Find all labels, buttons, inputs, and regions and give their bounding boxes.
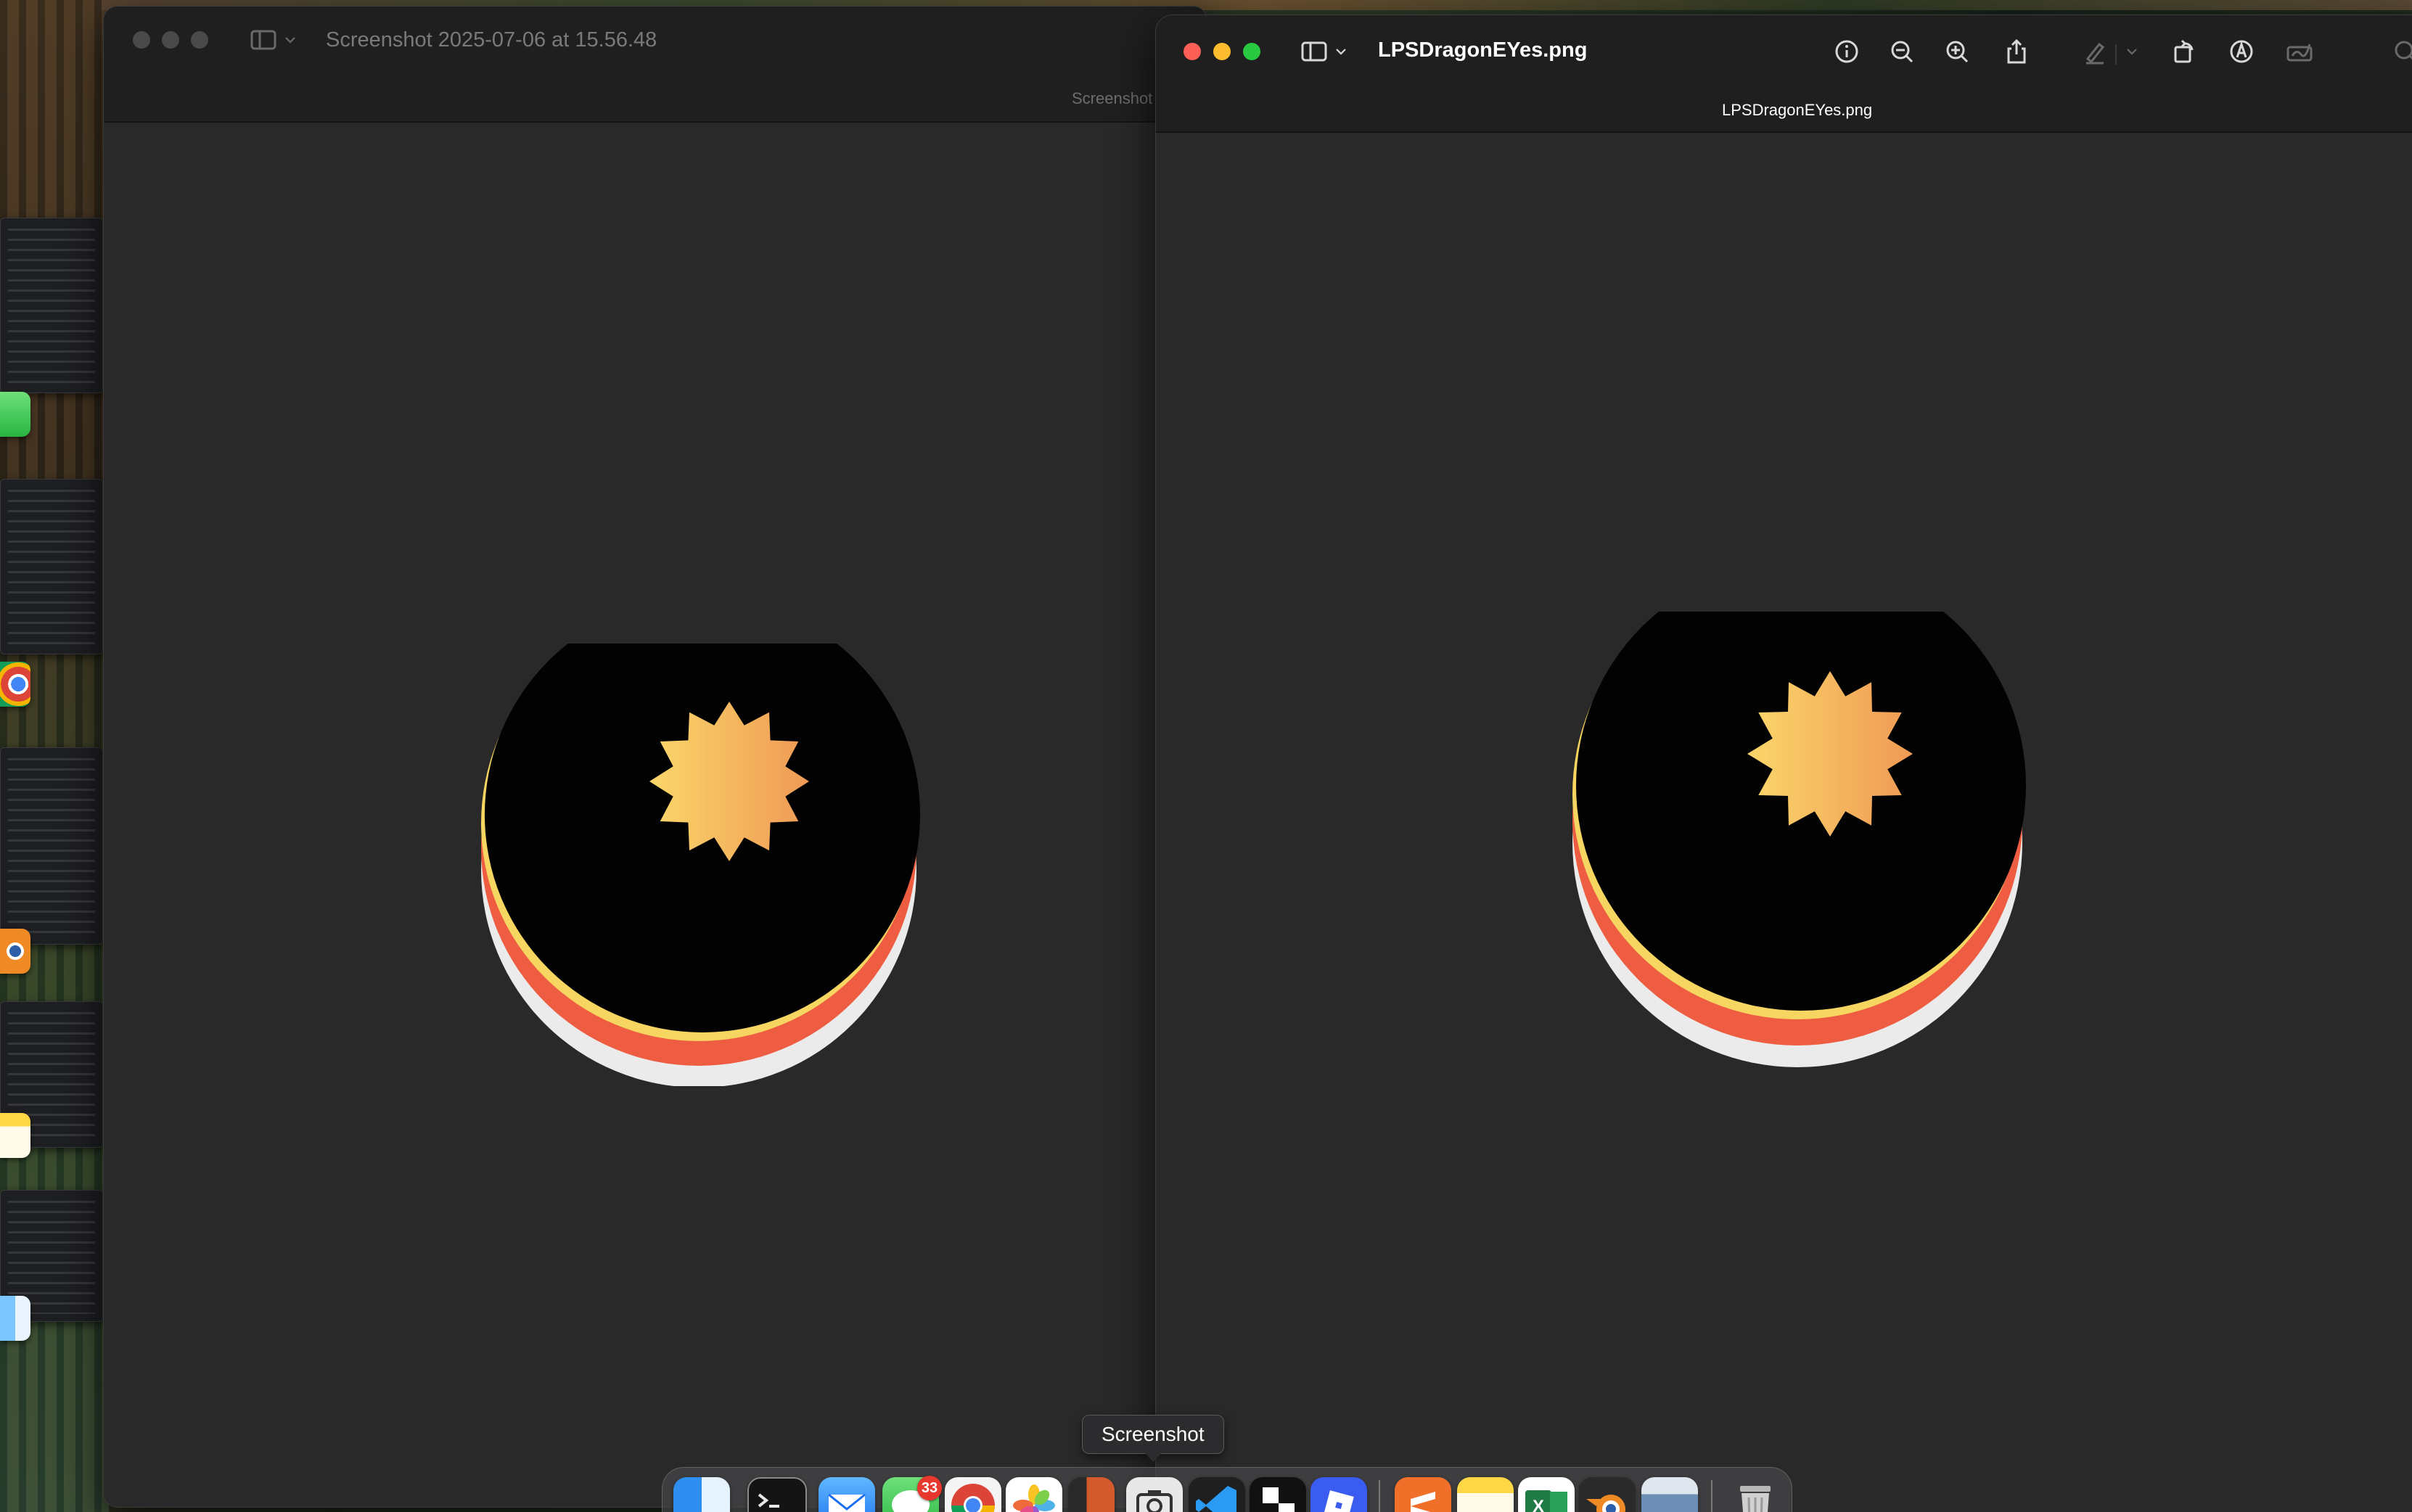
rotate-icon[interactable] — [2167, 36, 2199, 67]
markup-icon[interactable] — [2226, 36, 2257, 67]
dock-terminal-icon[interactable] — [747, 1477, 807, 1512]
dock-roblox-icon[interactable] — [1310, 1477, 1367, 1512]
dragon-eye-image — [1572, 612, 2026, 1067]
dock-tooltip: Screenshot — [1082, 1415, 1224, 1462]
sidebar-icon[interactable] — [247, 24, 279, 56]
zoom-in-icon[interactable] — [1941, 36, 1973, 67]
zoom-out-icon[interactable] — [1886, 36, 1918, 67]
dock-notes-icon[interactable] — [1457, 1477, 1514, 1512]
dock-calculator-icon[interactable] — [1068, 1477, 1115, 1512]
dock-photos-icon[interactable] — [1006, 1477, 1062, 1512]
dock-excel-icon[interactable]: X — [1518, 1477, 1575, 1512]
sign-icon[interactable] — [2284, 36, 2315, 67]
stage-thumb-editor[interactable] — [0, 479, 103, 654]
stage-thumb-blender[interactable] — [0, 747, 103, 945]
right-image-canvas[interactable] — [1156, 133, 2412, 1512]
highlight-pen-icon[interactable] — [2079, 36, 2111, 67]
right-window-title: LPSDragonEYes.png — [1378, 38, 1588, 62]
left-window-subtitle: Screenshot — [1072, 89, 1153, 107]
chevron-down-icon[interactable] — [1330, 36, 1352, 67]
stage-thumb-messages[interactable] — [0, 218, 103, 393]
dock-roblox-studio-icon[interactable] — [1250, 1477, 1306, 1512]
dock-trash-icon[interactable] — [1727, 1477, 1784, 1512]
left-preview-window[interactable]: Screenshot 2025-07-06 at 15.56.48 Screen… — [103, 6, 1207, 1508]
messages-app-icon — [0, 392, 30, 437]
blender-app-icon — [0, 929, 30, 974]
dock-finder-icon[interactable] — [673, 1477, 730, 1512]
finder-app-icon — [0, 1296, 30, 1341]
right-titlebar[interactable]: LPSDragonEYes.png LPSDragonEYes.png — [1156, 15, 2412, 133]
left-image-canvas[interactable] — [104, 123, 1207, 1507]
dragon-eye-image — [481, 644, 920, 1086]
chrome-app-icon — [0, 662, 30, 707]
info-icon[interactable] — [1831, 36, 1863, 67]
sidebar-icon[interactable] — [1298, 36, 1330, 67]
notes-app-icon — [0, 1113, 30, 1158]
search-icon[interactable] — [2390, 36, 2412, 67]
chevron-down-icon[interactable] — [279, 24, 301, 56]
dock-vscode-icon[interactable] — [1189, 1477, 1245, 1512]
share-icon[interactable] — [2001, 36, 2032, 67]
dock-mail-icon[interactable] — [819, 1477, 875, 1512]
dock-blender-icon[interactable] — [1579, 1477, 1636, 1512]
close-button[interactable] — [1184, 43, 1201, 60]
minimize-button[interactable] — [162, 31, 179, 49]
chevron-down-icon[interactable] — [2121, 36, 2143, 67]
dock-screenshot-icon[interactable] — [1126, 1477, 1183, 1512]
desktop-background: Screenshot 2025-07-06 at 15.56.48 Screen… — [0, 0, 2412, 1512]
dock-preview-icon[interactable] — [1641, 1477, 1698, 1512]
right-preview-window[interactable]: LPSDragonEYes.png LPSDragonEYes.png — [1155, 15, 2412, 1512]
dock-separator — [1711, 1480, 1712, 1512]
left-window-title: Screenshot 2025-07-06 at 15.56.48 — [326, 28, 657, 52]
zoom-button[interactable] — [191, 31, 208, 49]
zoom-button[interactable] — [1243, 43, 1260, 60]
svg-text:X: X — [1533, 1497, 1544, 1512]
minimize-button[interactable] — [1213, 43, 1231, 60]
toolbar-divider — [2115, 44, 2117, 65]
dock-sublime-icon[interactable] — [1395, 1477, 1451, 1512]
left-titlebar[interactable]: Screenshot 2025-07-06 at 15.56.48 Screen… — [104, 7, 1207, 123]
document-tab-title: LPSDragonEYes.png — [1722, 101, 1873, 119]
dock-separator — [1379, 1480, 1380, 1512]
messages-badge: 33 — [917, 1476, 942, 1500]
dock-chrome-icon[interactable] — [945, 1477, 1001, 1512]
close-button[interactable] — [133, 31, 150, 49]
